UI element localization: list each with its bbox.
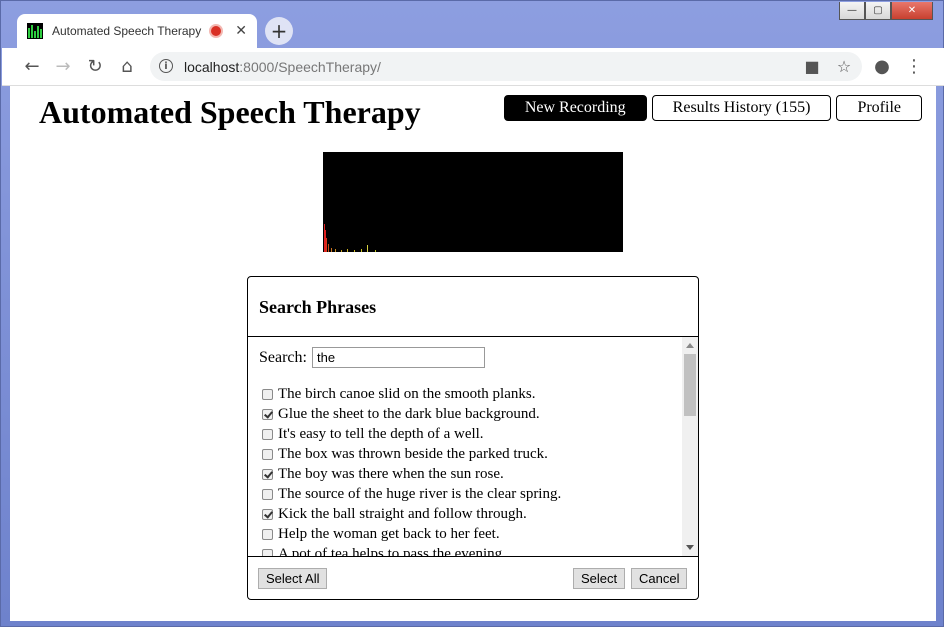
- browser-window: — ▢ ✕ Automated Speech Therapy ✕ + ← → ↻…: [0, 0, 944, 627]
- phrase-checkbox[interactable]: [262, 388, 273, 400]
- phrase-checkbox[interactable]: [262, 508, 273, 520]
- phrase-text: The source of the huge river is the clea…: [278, 485, 562, 502]
- phrase-list-scrollbar[interactable]: [682, 337, 698, 556]
- phrase-checkbox[interactable]: [262, 528, 273, 540]
- home-icon[interactable]: ⌂: [115, 54, 139, 78]
- search-row: Search:: [259, 347, 485, 368]
- url-path: :8000/SpeechTherapy/: [239, 58, 381, 75]
- phrase-list: The birch canoe slid on the smooth plank…: [262, 384, 561, 557]
- phrase-text: Help the woman get back to her feet.: [278, 525, 500, 542]
- tab-title: Automated Speech Therapy: [52, 24, 202, 38]
- url-host: localhost: [184, 58, 240, 75]
- phrase-text: The box was thrown beside the parked tru…: [278, 445, 548, 462]
- forward-arrow-icon[interactable]: →: [51, 54, 75, 78]
- results-history-button[interactable]: Results History (155): [651, 95, 832, 121]
- phrase-item[interactable]: The box was thrown beside the parked tru…: [262, 444, 561, 464]
- phrase-checkbox[interactable]: [262, 468, 273, 480]
- maximize-button[interactable]: ▢: [865, 2, 891, 20]
- app-favicon-icon: [27, 23, 43, 39]
- phrase-text: Glue the sheet to the dark blue backgrou…: [278, 405, 540, 422]
- dialog-body: Search: The birch canoe slid on the smoo…: [248, 337, 698, 557]
- new-tab-button[interactable]: +: [265, 17, 293, 45]
- phrase-item[interactable]: The boy was there when the sun rose.: [262, 464, 561, 484]
- scroll-thumb[interactable]: [684, 354, 696, 416]
- browser-tab[interactable]: Automated Speech Therapy ✕: [17, 14, 257, 48]
- phrase-text: The boy was there when the sun rose.: [278, 465, 504, 482]
- dialog-title: Search Phrases: [259, 297, 377, 317]
- camera-icon[interactable]: ■: [800, 54, 824, 78]
- phrase-text: Kick the ball straight and follow throug…: [278, 505, 527, 522]
- audio-visualizer: [323, 152, 623, 252]
- recording-indicator-icon: [209, 24, 224, 38]
- scroll-up-icon[interactable]: [686, 343, 694, 348]
- phrase-checkbox[interactable]: [262, 488, 273, 500]
- phrase-text: A pot of tea helps to pass the evening.: [278, 545, 506, 557]
- dialog-footer: Select All Select Cancel: [248, 557, 698, 599]
- phrase-item[interactable]: A pot of tea helps to pass the evening.: [262, 544, 561, 557]
- phrase-checkbox[interactable]: [262, 548, 273, 556]
- select-button[interactable]: Select: [573, 568, 626, 589]
- address-bar[interactable]: i localhost:8000/SpeechTherapy/ ■ ☆: [150, 52, 862, 81]
- phrase-item[interactable]: Help the woman get back to her feet.: [262, 524, 561, 544]
- site-info-icon[interactable]: i: [159, 59, 173, 73]
- phrase-item[interactable]: The source of the huge river is the clea…: [262, 484, 561, 504]
- new-recording-button[interactable]: New Recording: [503, 95, 647, 121]
- profile-button[interactable]: Profile: [836, 95, 922, 121]
- window-controls: — ▢ ✕: [839, 2, 933, 20]
- phrase-checkbox[interactable]: [262, 448, 273, 460]
- phrase-checkbox[interactable]: [262, 428, 273, 440]
- search-input[interactable]: [311, 347, 485, 368]
- phrase-item[interactable]: Kick the ball straight and follow throug…: [262, 504, 561, 524]
- phrase-item[interactable]: The birch canoe slid on the smooth plank…: [262, 384, 561, 404]
- minimize-button[interactable]: —: [839, 2, 865, 20]
- phrase-text: The birch canoe slid on the smooth plank…: [278, 385, 536, 402]
- profile-account-icon[interactable]: ●: [870, 54, 894, 78]
- dialog-header: Search Phrases: [248, 277, 698, 337]
- bookmark-star-icon[interactable]: ☆: [832, 54, 856, 78]
- phrase-item[interactable]: Glue the sheet to the dark blue backgrou…: [262, 404, 561, 424]
- phrase-item[interactable]: It's easy to tell the depth of a well.: [262, 424, 561, 444]
- browser-menu-icon[interactable]: ⋮: [902, 54, 926, 78]
- phrase-checkbox[interactable]: [262, 408, 273, 420]
- search-label: Search:: [259, 348, 307, 366]
- back-arrow-icon[interactable]: ←: [20, 54, 44, 78]
- select-all-button[interactable]: Select All: [258, 568, 328, 589]
- window-close-button[interactable]: ✕: [891, 2, 933, 20]
- reload-icon[interactable]: ↻: [83, 54, 107, 78]
- phrase-text: It's easy to tell the depth of a well.: [278, 425, 484, 442]
- browser-toolbar: ← → ↻ ⌂ i localhost:8000/SpeechTherapy/ …: [2, 48, 944, 86]
- cancel-button[interactable]: Cancel: [631, 568, 688, 589]
- tab-close-icon[interactable]: ✕: [235, 23, 247, 39]
- search-phrases-dialog: Search Phrases Search: The birch canoe s…: [247, 276, 699, 600]
- scroll-down-icon[interactable]: [686, 545, 694, 550]
- top-navigation: New Recording Results History (155) Prof…: [503, 95, 922, 121]
- page-content: Automated Speech Therapy New Recording R…: [10, 86, 936, 621]
- page-title: Automated Speech Therapy: [39, 94, 421, 130]
